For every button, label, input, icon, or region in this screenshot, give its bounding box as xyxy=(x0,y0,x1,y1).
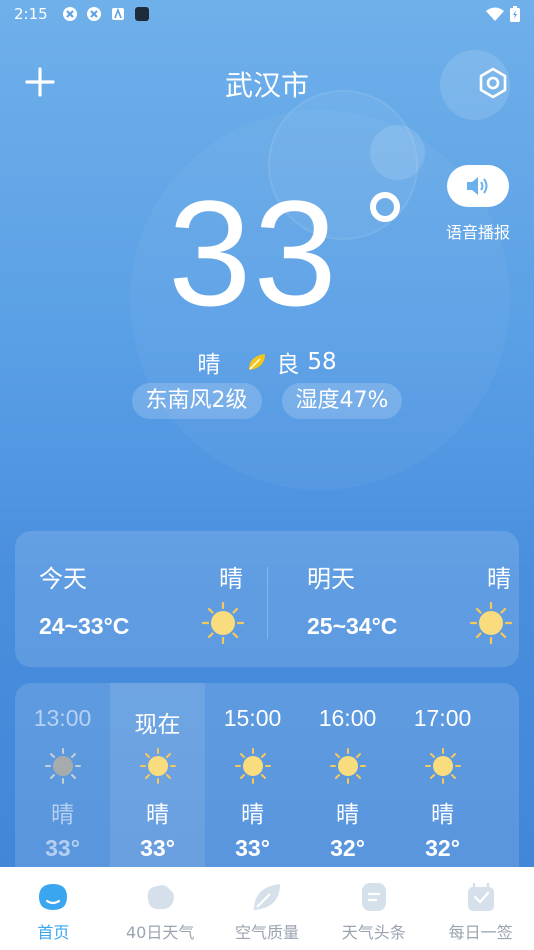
home-icon xyxy=(39,884,68,910)
hour-temp: 33° xyxy=(235,835,270,861)
hour-condition: 晴 xyxy=(51,802,74,828)
hour-temp: 33° xyxy=(140,835,175,861)
nav-home[interactable]: 首页 xyxy=(0,867,107,950)
tomorrow-forecast[interactable]: 明天 晴 25~34°C xyxy=(283,531,534,667)
forecast-40-icon xyxy=(147,885,175,910)
settings-icon[interactable] xyxy=(476,66,510,100)
hourly-forecast-card[interactable]: 13:00 晴 33° 现在 晴 33° 15:00 晴 33° 16:00 晴… xyxy=(15,683,519,883)
nav-label: 每日一签 xyxy=(448,923,513,942)
today-forecast[interactable]: 今天 晴 24~33°C xyxy=(15,531,267,667)
speaker-icon xyxy=(467,177,488,195)
leaf-icon xyxy=(253,884,280,910)
hourly-item: 13:00 晴 33° xyxy=(15,683,110,883)
voice-broadcast-label: 语音播报 xyxy=(445,223,510,242)
status-time: 2:15 xyxy=(14,5,48,23)
hour-time: 13:00 xyxy=(33,705,92,731)
background-bokeh xyxy=(370,125,425,180)
daily-sign-icon xyxy=(467,882,494,911)
hour-temp: 32° xyxy=(330,835,365,861)
sunny-icon xyxy=(330,748,366,784)
nav-label: 40日天气 xyxy=(126,923,195,942)
hour-condition: 晴 xyxy=(431,802,454,828)
hour-temp: 33° xyxy=(45,835,80,861)
day-condition: 晴 xyxy=(487,565,511,593)
nav-label: 首页 xyxy=(37,923,70,942)
wind-pill: 东南风2级 xyxy=(131,383,262,419)
wifi-icon xyxy=(486,7,504,21)
sunny-icon xyxy=(235,748,271,784)
status-bar: 2:15 xyxy=(0,0,534,28)
app-notification-icon xyxy=(111,7,124,20)
hour-time: 16:00 xyxy=(318,705,377,731)
nav-label: 空气质量 xyxy=(234,923,299,942)
hour-temp: 32° xyxy=(425,835,460,861)
hour-condition: 晴 xyxy=(241,802,264,828)
news-icon xyxy=(361,883,386,911)
voice-bubble xyxy=(447,165,509,207)
city-name[interactable]: 武汉市 xyxy=(0,64,534,104)
nav-weather-news[interactable]: 天气头条 xyxy=(320,867,427,950)
hourly-item: 16:00 晴 32° xyxy=(300,683,395,883)
nav-air-quality[interactable]: 空气质量 xyxy=(214,867,321,950)
bottom-navigation: 首页 40日天气 空气质量 天气头条 每日一签 xyxy=(0,867,534,950)
humidity-pill: 湿度47% xyxy=(281,383,403,419)
notification-icon xyxy=(86,7,101,21)
hour-time: 现在 xyxy=(134,711,181,737)
hour-time: 17:00 xyxy=(413,705,472,731)
notification-icon xyxy=(62,7,77,21)
daily-forecast-card[interactable]: 今天 晴 24~33°C 明天 晴 25~34°C xyxy=(15,531,519,667)
battery-icon xyxy=(510,6,520,22)
sunny-icon xyxy=(425,748,461,784)
day-temp-range: 24~33°C xyxy=(39,613,130,639)
nav-daily-sign[interactable]: 每日一签 xyxy=(427,867,534,950)
nav-label: 天气头条 xyxy=(341,923,406,942)
hourly-item: 15:00 晴 33° xyxy=(205,683,300,883)
header: 武汉市 xyxy=(0,58,534,108)
app-notification-icon xyxy=(134,7,149,21)
hour-time: 15:00 xyxy=(223,705,282,731)
card-divider xyxy=(267,567,268,639)
aqi-value[interactable]: 58 xyxy=(307,349,336,375)
day-label: 明天 xyxy=(307,565,355,593)
hour-condition: 晴 xyxy=(146,802,169,828)
hour-condition: 晴 xyxy=(336,802,359,828)
current-temperature: 33 xyxy=(168,169,339,337)
sunny-icon xyxy=(45,748,81,784)
aqi-leaf-icon xyxy=(249,354,266,370)
day-condition: 晴 xyxy=(219,565,243,593)
day-label: 今天 xyxy=(39,565,87,593)
sunny-icon xyxy=(201,601,245,645)
sunny-icon xyxy=(469,601,513,645)
hourly-item: 17:00 晴 32° xyxy=(395,683,490,883)
hourly-list[interactable]: 13:00 晴 33° 现在 晴 33° 15:00 晴 33° 16:00 晴… xyxy=(15,683,490,883)
voice-broadcast-button[interactable]: 语音播报 xyxy=(445,165,511,243)
sunny-icon xyxy=(140,748,176,784)
nav-40-day-weather[interactable]: 40日天气 xyxy=(107,867,214,950)
current-condition: 晴 xyxy=(197,352,221,378)
degree-symbol xyxy=(370,192,400,222)
condition-row: 晴 良 58 xyxy=(0,345,534,379)
detail-pills: 东南风2级 湿度47% xyxy=(0,383,534,419)
day-temp-range: 25~34°C xyxy=(307,613,398,639)
aqi-label[interactable]: 良 xyxy=(276,345,299,379)
hourly-item-now: 现在 晴 33° xyxy=(110,683,205,883)
